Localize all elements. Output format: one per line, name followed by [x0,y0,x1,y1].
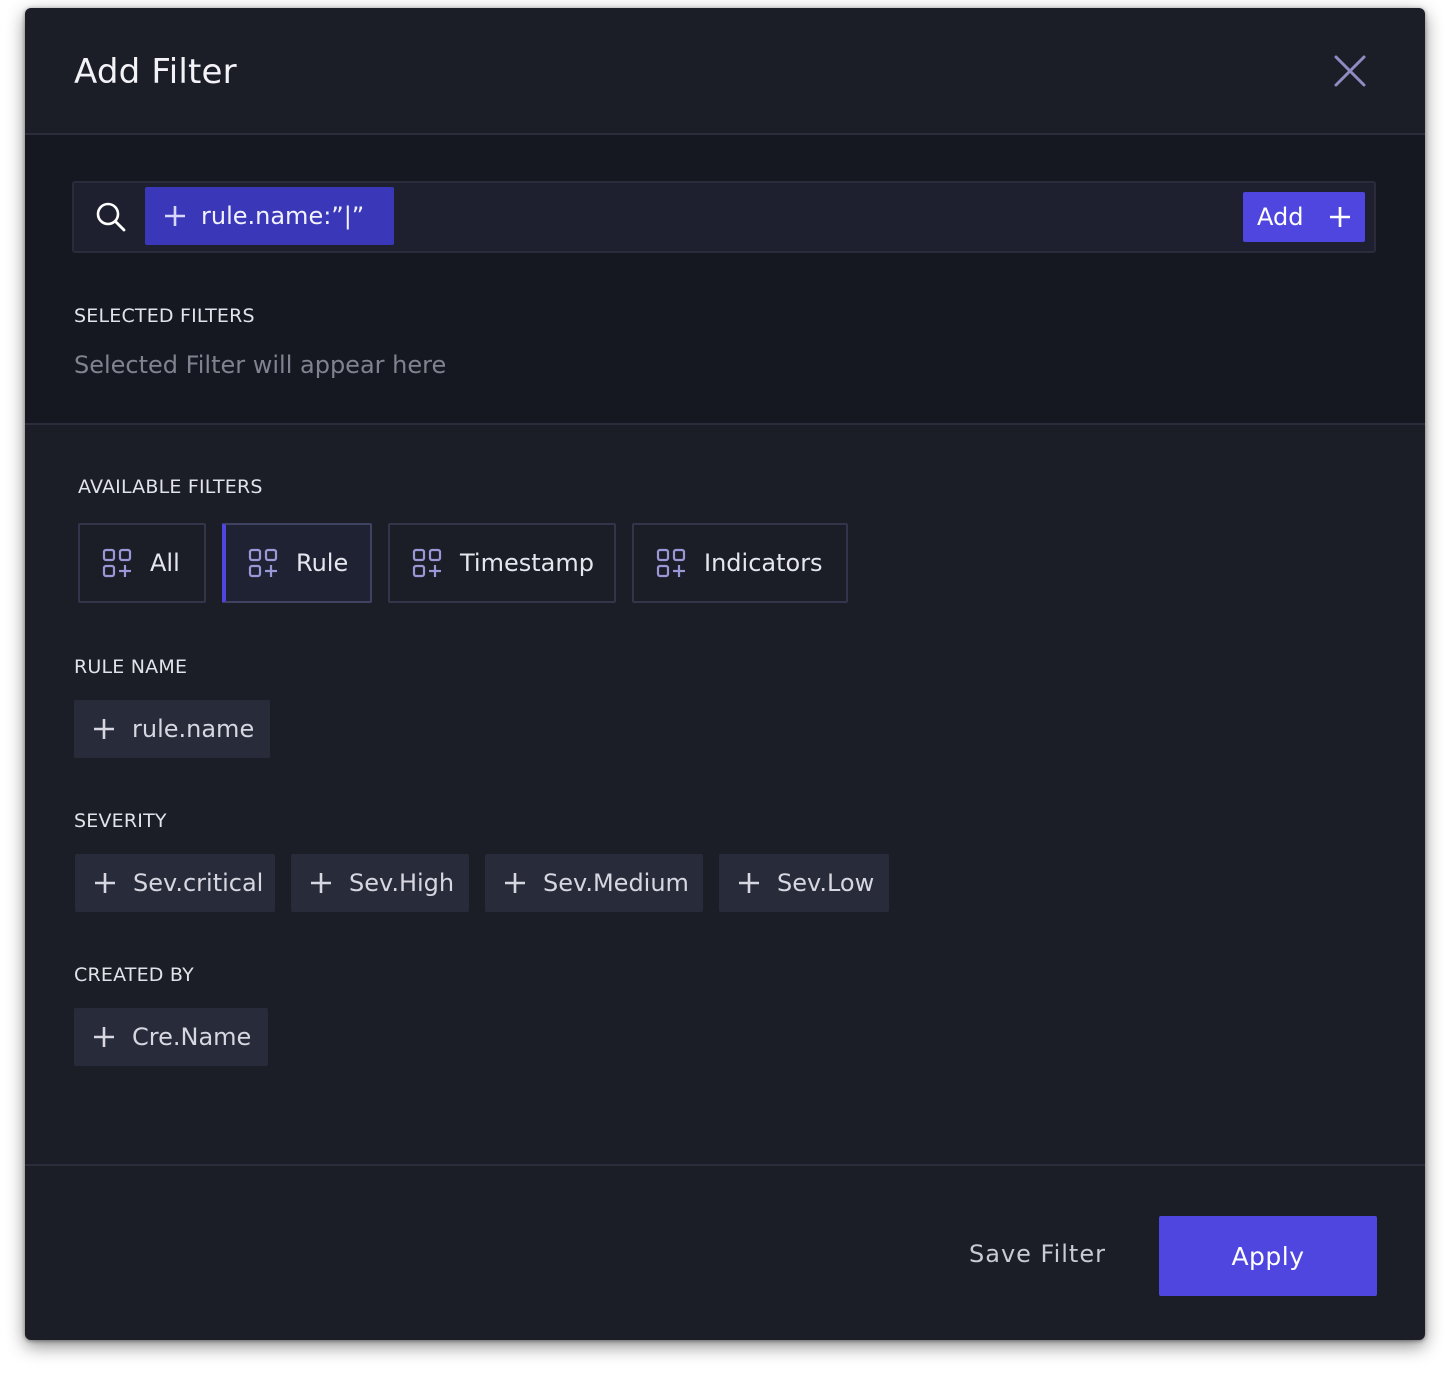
created-by-heading: CREATED BY [74,964,194,986]
plus-icon [505,873,525,893]
plus-icon [94,1027,114,1047]
query-chip[interactable]: rule.name:”|” [145,187,395,245]
grid-add-icon [248,548,278,578]
tab-indicators[interactable]: Indicators [632,523,848,603]
plus-icon [94,719,114,739]
tab-label: Indicators [704,549,823,577]
grid-add-icon [412,548,442,578]
chip-label: rule.name [132,715,255,743]
dialog-title: Add Filter [74,52,237,92]
filter-chip-sev-high[interactable]: Sev.High [291,854,469,912]
close-button[interactable] [1327,48,1373,94]
plus-icon [165,206,185,226]
add-button-label: Add [1257,203,1304,231]
selected-filters-heading: SELECTED FILTERS [74,305,255,327]
filter-chip-rule-name[interactable]: rule.name [74,700,270,758]
grid-add-icon [656,548,686,578]
tab-all[interactable]: All [78,523,206,603]
chip-label: Sev.High [349,869,455,897]
plus-icon [739,873,759,893]
add-filter-dialog: Add Filter rule.name:”|” Add SELECTED FI… [25,8,1425,1340]
save-filter-button[interactable]: Save Filter [969,1240,1106,1268]
tab-timestamp[interactable]: Timestamp [388,523,616,603]
dialog-header: Add Filter [25,8,1425,135]
apply-button-label: Apply [1231,1241,1305,1271]
query-chip-label: rule.name:”|” [201,202,365,230]
rule-name-heading: RULE NAME [74,656,188,678]
plus-icon [1330,207,1350,227]
tab-label: Rule [296,549,349,577]
apply-button[interactable]: Apply [1159,1216,1377,1296]
chip-label: Cre.Name [132,1023,252,1051]
grid-add-icon [102,548,132,578]
severity-heading: SEVERITY [74,810,167,832]
search-icon [96,202,126,232]
plus-icon [311,873,331,893]
add-button[interactable]: Add [1243,192,1365,242]
tab-rule[interactable]: Rule [222,523,372,603]
chip-label: Sev.Low [777,869,875,897]
filter-category-tabs: All Rule Timestamp Indicators [78,523,864,603]
footer-divider [25,1164,1425,1166]
available-filters-heading: AVAILABLE FILTERS [78,476,263,498]
filter-chip-sev-medium[interactable]: Sev.Medium [485,854,703,912]
filter-chip-sev-low[interactable]: Sev.Low [719,854,889,912]
close-icon [1334,55,1366,87]
filter-chip-sev-critical[interactable]: Sev.critical [75,854,275,912]
query-section: rule.name:”|” Add SELECTED FILTERS Selec… [25,135,1425,425]
filter-search-bar[interactable]: rule.name:”|” Add [72,181,1376,253]
chip-label: Sev.critical [133,869,264,897]
chip-label: Sev.Medium [543,869,689,897]
tab-label: Timestamp [460,549,594,577]
filter-chip-cre-name[interactable]: Cre.Name [74,1008,268,1066]
tab-label: All [150,549,180,577]
plus-icon [95,873,115,893]
selected-filters-placeholder: Selected Filter will appear here [74,351,447,379]
